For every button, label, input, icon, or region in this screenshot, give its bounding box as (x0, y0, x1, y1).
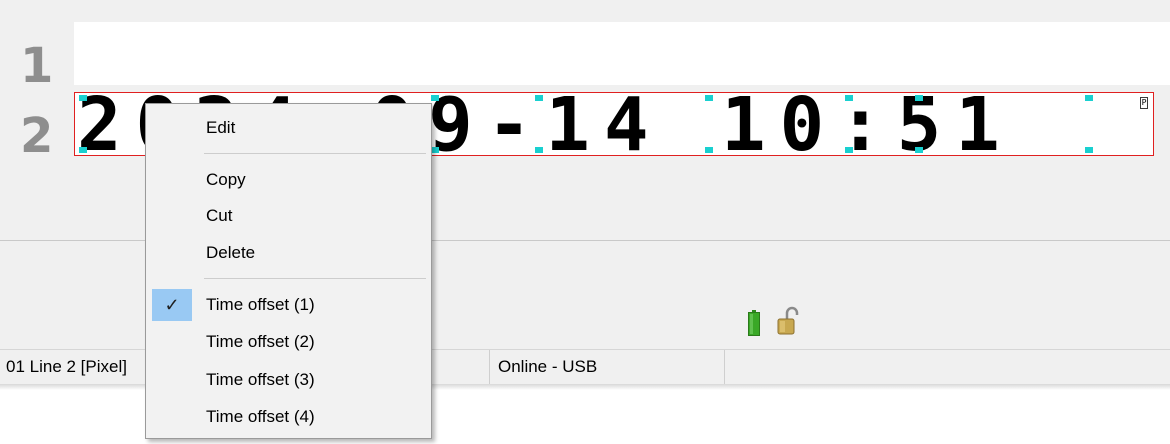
unlocked-padlock-icon (777, 306, 799, 335)
menu-item-label: Cut (206, 206, 233, 225)
line-number-2: 2 (20, 108, 54, 164)
checkmark-icon: ✓ (152, 289, 192, 321)
line-1-field[interactable] (74, 22, 1170, 85)
pixel-boundary-marker (535, 95, 543, 101)
pixel-corner-marker[interactable]: P (1140, 97, 1148, 109)
menu-item-label: Edit (206, 118, 236, 137)
context-menu: Edit Copy Cut Delete ✓ Time offset (1) T… (145, 103, 432, 439)
menu-item-time-offset-3[interactable]: Time offset (3) (148, 363, 429, 397)
pixel-boundary-marker (535, 147, 543, 153)
line-number-1: 1 (20, 38, 54, 94)
pixel-boundary-marker (79, 147, 87, 153)
menu-item-time-offset-2[interactable]: Time offset (2) (148, 325, 429, 359)
menu-item-label: Copy (206, 170, 246, 189)
pixel-boundary-marker (1085, 95, 1093, 101)
pixel-boundary-marker (705, 147, 713, 153)
pixel-boundary-marker (1085, 147, 1093, 153)
pixel-boundary-marker (705, 95, 713, 101)
menu-separator (204, 153, 426, 154)
pixel-boundary-marker (79, 95, 87, 101)
menu-item-time-offset-4[interactable]: Time offset (4) (148, 400, 429, 434)
pixel-boundary-marker (431, 95, 439, 101)
menu-item-edit[interactable]: Edit (148, 111, 429, 145)
status-connection: Online - USB (490, 350, 725, 384)
menu-item-label: Time offset (2) (206, 332, 315, 351)
menu-item-label: Time offset (1) (206, 295, 315, 314)
menu-separator (204, 278, 426, 279)
pixel-boundary-marker (845, 147, 853, 153)
pixel-boundary-marker (845, 95, 853, 101)
pixel-boundary-marker (915, 95, 923, 101)
battery-icon (748, 310, 760, 336)
menu-item-label: Delete (206, 243, 256, 262)
menu-item-label: Time offset (4) (206, 407, 315, 426)
menu-item-label: Time offset (3) (206, 370, 315, 389)
pixel-boundary-marker (915, 147, 923, 153)
menu-item-delete[interactable]: Delete (148, 236, 429, 270)
menu-item-copy[interactable]: Copy (148, 163, 429, 197)
menu-item-cut[interactable]: Cut (148, 199, 429, 233)
pixel-boundary-marker (431, 147, 439, 153)
menu-item-time-offset-1[interactable]: ✓ Time offset (1) (148, 288, 429, 322)
